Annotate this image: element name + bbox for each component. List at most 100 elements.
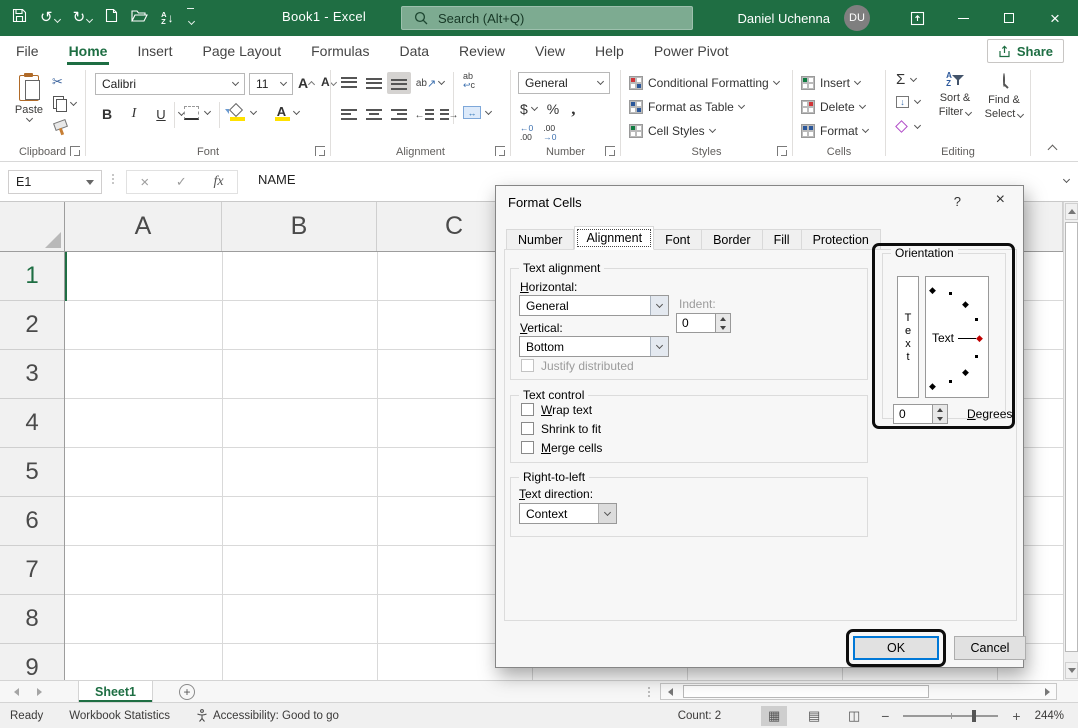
tab-review[interactable]: Review bbox=[457, 36, 507, 66]
tab-power-pivot[interactable]: Power Pivot bbox=[652, 36, 731, 66]
percent-button[interactable]: % bbox=[547, 101, 559, 117]
fill-color-button[interactable] bbox=[229, 104, 256, 121]
scroll-down-icon[interactable] bbox=[1065, 662, 1078, 679]
align-left-button[interactable] bbox=[337, 104, 361, 126]
top-align-button[interactable] bbox=[337, 72, 361, 94]
dialog-tab-protection[interactable]: Protection bbox=[802, 229, 881, 250]
row-header-4[interactable]: 4 bbox=[0, 399, 64, 448]
conditional-formatting-button[interactable]: Conditional Formatting bbox=[629, 72, 779, 94]
sheet-tab-sheet1[interactable]: Sheet1 bbox=[78, 681, 153, 703]
formula-bar-handle[interactable] bbox=[112, 174, 114, 184]
insert-cells-button[interactable]: Insert bbox=[801, 72, 860, 94]
normal-view-icon[interactable]: ▦ bbox=[761, 706, 787, 726]
user-name[interactable]: Daniel Uchenna bbox=[737, 11, 830, 26]
undo-button[interactable]: ↺ bbox=[40, 9, 60, 27]
decrease-indent-button[interactable]: ← bbox=[412, 104, 436, 126]
new-file-icon[interactable] bbox=[105, 8, 118, 28]
page-break-preview-icon[interactable]: ◫ bbox=[841, 706, 867, 726]
zoom-level[interactable]: 244% bbox=[1035, 710, 1064, 722]
column-header-a[interactable]: A bbox=[65, 202, 222, 251]
grow-font-button[interactable]: A bbox=[298, 75, 314, 91]
increase-indent-button[interactable]: → bbox=[437, 104, 461, 126]
tab-view[interactable]: View bbox=[533, 36, 567, 66]
format-cells-button[interactable]: Format bbox=[801, 120, 868, 142]
close-button[interactable]: × bbox=[1032, 0, 1078, 36]
row-header-1[interactable]: 1 bbox=[0, 252, 64, 301]
align-center-button[interactable] bbox=[362, 104, 386, 126]
sort-filter-button[interactable]: AZ Sort & Filter bbox=[932, 72, 978, 120]
customize-qat-icon[interactable] bbox=[187, 8, 194, 29]
comma-style-button[interactable]: , bbox=[571, 99, 575, 119]
horizontal-select[interactable]: General bbox=[519, 295, 669, 316]
zoom-slider-thumb[interactable] bbox=[972, 710, 976, 722]
enter-entry-icon[interactable]: ✓ bbox=[176, 174, 187, 190]
styles-dialog-launcher[interactable] bbox=[777, 146, 787, 156]
share-button[interactable]: Share bbox=[987, 39, 1064, 63]
dialog-tab-fill[interactable]: Fill bbox=[763, 229, 802, 250]
font-dialog-launcher[interactable] bbox=[315, 146, 325, 156]
ribbon-display-options-icon[interactable] bbox=[894, 0, 940, 36]
paste-dropdown-icon[interactable] bbox=[25, 115, 32, 122]
wrap-text-button[interactable]: ab↩c bbox=[463, 72, 475, 90]
row-header-7[interactable]: 7 bbox=[0, 546, 64, 595]
text-direction-select-arrow[interactable] bbox=[598, 504, 616, 523]
zoom-slider[interactable] bbox=[903, 715, 998, 717]
copy-button[interactable] bbox=[53, 96, 76, 111]
font-size-select[interactable]: 11 bbox=[249, 73, 293, 95]
open-folder-icon[interactable] bbox=[131, 9, 148, 28]
delete-cells-button[interactable]: Delete bbox=[801, 96, 865, 118]
increase-decimal-button[interactable]: ←0.00 bbox=[520, 124, 533, 143]
collapse-ribbon-icon[interactable] bbox=[1048, 145, 1058, 155]
text-direction-select[interactable]: Context bbox=[519, 503, 617, 524]
horizontal-scroll-thumb[interactable] bbox=[683, 685, 929, 698]
vertical-select-arrow[interactable] bbox=[650, 337, 668, 356]
zoom-out-icon[interactable]: − bbox=[881, 708, 889, 724]
dialog-tab-border[interactable]: Border bbox=[702, 229, 763, 250]
row-header-2[interactable]: 2 bbox=[0, 301, 64, 350]
accessibility-status[interactable]: Accessibility: Good to go bbox=[196, 709, 339, 722]
justify-distributed-checkbox[interactable] bbox=[521, 359, 534, 372]
dialog-close-button[interactable]: × bbox=[996, 191, 1005, 209]
indent-up-icon[interactable] bbox=[716, 314, 730, 323]
undo-dropdown-icon[interactable] bbox=[54, 16, 61, 23]
orientation-button[interactable]: ab↗ bbox=[412, 72, 448, 94]
cancel-button[interactable]: Cancel bbox=[954, 636, 1026, 660]
currency-button[interactable]: $ bbox=[520, 101, 528, 117]
bottom-align-button[interactable] bbox=[387, 72, 411, 94]
tab-home[interactable]: Home bbox=[67, 36, 110, 66]
decrease-decimal-button[interactable]: .00→0 bbox=[543, 124, 556, 143]
clear-button[interactable] bbox=[897, 122, 920, 131]
row-header-5[interactable]: 5 bbox=[0, 448, 64, 497]
format-painter-button[interactable] bbox=[53, 120, 67, 134]
autosum-button[interactable]: Σ bbox=[896, 71, 916, 88]
tab-file[interactable]: File bbox=[14, 36, 41, 66]
bold-button[interactable]: B bbox=[98, 104, 116, 124]
dialog-tab-alignment[interactable]: Alignment bbox=[574, 226, 654, 250]
new-sheet-button[interactable]: + bbox=[179, 684, 195, 700]
tab-splitter-handle[interactable] bbox=[648, 687, 650, 697]
shrink-to-fit-checkbox[interactable] bbox=[521, 422, 534, 435]
tab-insert[interactable]: Insert bbox=[135, 36, 174, 66]
row-header-8[interactable]: 8 bbox=[0, 595, 64, 644]
font-color-button[interactable]: A bbox=[274, 104, 299, 121]
prev-sheet-icon[interactable] bbox=[14, 688, 19, 696]
find-select-button[interactable]: Find & Select bbox=[982, 72, 1026, 121]
align-right-button[interactable] bbox=[387, 104, 411, 126]
search-box[interactable]: Search (Alt+Q) bbox=[401, 6, 693, 30]
cell-styles-button[interactable]: Cell Styles bbox=[629, 120, 715, 142]
page-layout-view-icon[interactable]: ▤ bbox=[801, 706, 827, 726]
alignment-dialog-launcher[interactable] bbox=[495, 146, 505, 156]
merge-cells-checkbox[interactable] bbox=[521, 441, 534, 454]
vertical-scrollbar[interactable] bbox=[1063, 202, 1078, 680]
indent-spinner[interactable]: 0 bbox=[676, 313, 731, 333]
paste-button[interactable]: Paste bbox=[8, 72, 50, 144]
italic-button[interactable]: I bbox=[125, 104, 143, 124]
dialog-help-button[interactable]: ? bbox=[954, 194, 961, 209]
cancel-entry-icon[interactable]: × bbox=[140, 174, 149, 191]
zoom-in-icon[interactable]: + bbox=[1012, 708, 1020, 724]
avatar[interactable]: DU bbox=[844, 5, 870, 31]
row-header-3[interactable]: 3 bbox=[0, 350, 64, 399]
wrap-text-checkbox[interactable] bbox=[521, 403, 534, 416]
insert-function-icon[interactable]: fx bbox=[214, 174, 224, 190]
row-header-6[interactable]: 6 bbox=[0, 497, 64, 546]
